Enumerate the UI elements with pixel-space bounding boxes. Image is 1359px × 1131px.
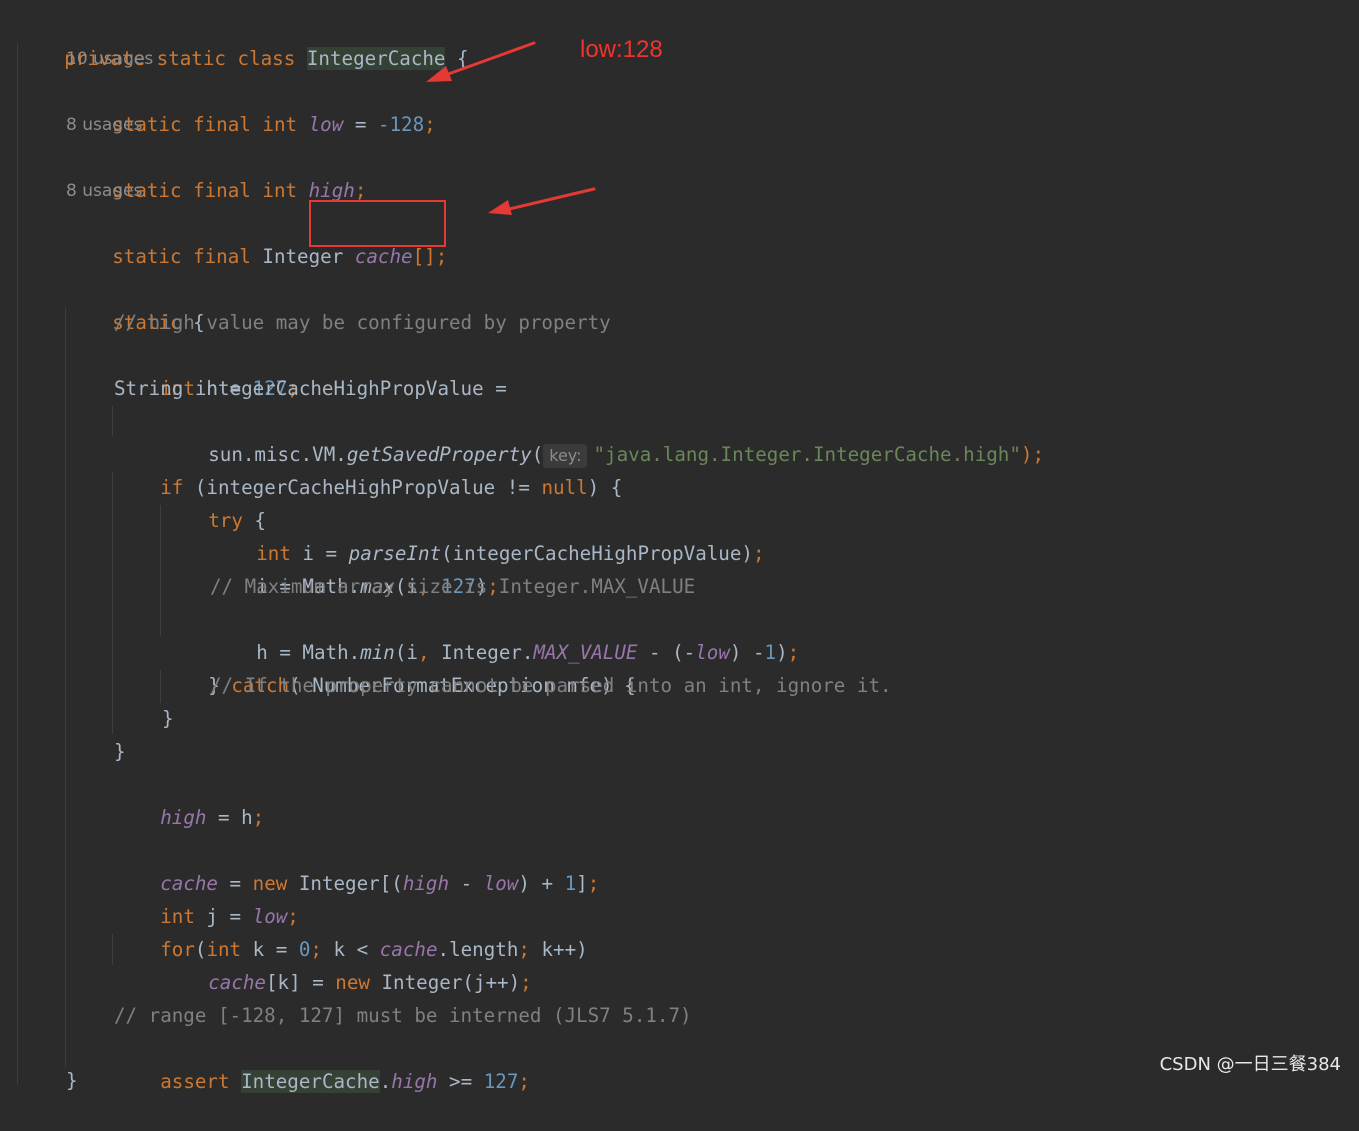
- arrow-to-low: [426, 41, 536, 82]
- arrow-to-cache: [488, 187, 596, 215]
- watermark: CSDN @一日三餐384: [1159, 1054, 1341, 1075]
- annotation-arrows: [426, 41, 596, 215]
